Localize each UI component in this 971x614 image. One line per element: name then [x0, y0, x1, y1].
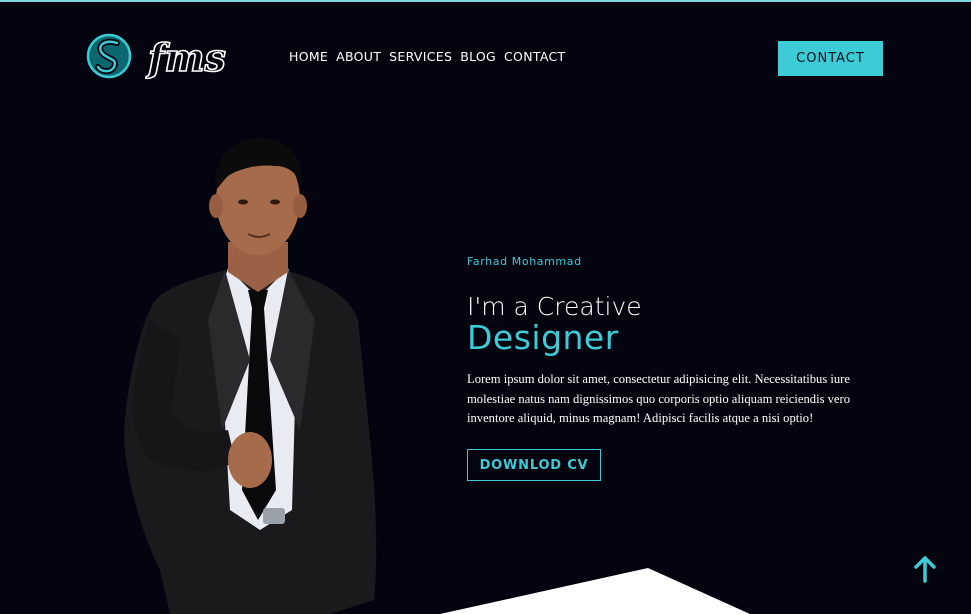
- main-nav: HOME ABOUT SERVICES BLOG CONTACT: [289, 49, 565, 64]
- hero-headline-accent: Designer: [467, 318, 619, 357]
- download-cv-button[interactable]: DOWNLOD CV: [467, 449, 601, 481]
- scroll-to-top-button[interactable]: [910, 553, 940, 585]
- s-swirl-logo-icon: fms: [86, 33, 227, 79]
- top-border-line: [0, 0, 971, 2]
- person-in-suit-image: [124, 138, 377, 614]
- hero-headline: I'm a Creative: [467, 292, 642, 321]
- nav-blog[interactable]: BLOG: [460, 49, 496, 64]
- site-logo[interactable]: fms: [86, 33, 238, 79]
- nav-about[interactable]: ABOUT: [336, 49, 381, 64]
- arrow-up-icon: [914, 556, 936, 583]
- nav-contact[interactable]: CONTACT: [504, 49, 565, 64]
- hero-subtitle: Farhad Mohammad: [467, 255, 582, 268]
- profile-portrait: [110, 130, 390, 614]
- logo-wordmark: fms: [145, 35, 226, 79]
- nav-services[interactable]: SERVICES: [389, 49, 452, 64]
- contact-button[interactable]: CONTACT: [778, 41, 883, 76]
- nav-home[interactable]: HOME: [289, 49, 328, 64]
- page: fms HOME ABOUT SERVICES BLOG CONTACT CON…: [0, 0, 971, 614]
- hero-intro-text: Lorem ipsum dolor sit amet, consectetur …: [467, 372, 850, 425]
